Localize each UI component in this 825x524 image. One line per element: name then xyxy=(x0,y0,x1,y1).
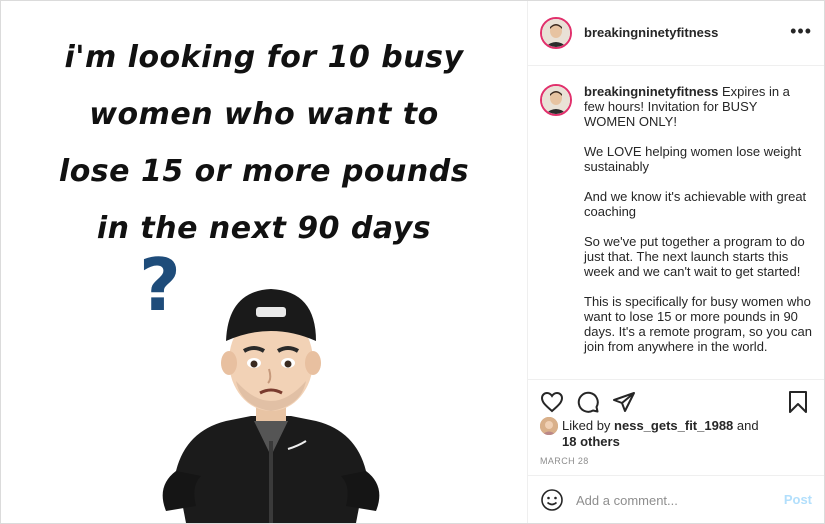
avatar[interactable] xyxy=(540,17,572,49)
likes-line: Liked by ness_gets_fit_1988 and xyxy=(562,418,759,434)
headline-line: IN THE NEXT 90 DAYS xyxy=(96,211,432,246)
comment-bar: Post xyxy=(528,475,824,524)
more-options-icon[interactable]: ••• xyxy=(790,21,812,42)
emoji-icon[interactable] xyxy=(540,488,564,512)
avatar-face-icon xyxy=(540,417,558,435)
heart-icon[interactable] xyxy=(540,390,564,414)
caption-paragraph: And we know it's achievable with great c… xyxy=(584,189,807,219)
avatar-face-icon xyxy=(542,19,570,47)
liker-username[interactable]: ness_gets_fit_1988 xyxy=(614,418,733,433)
bookmark-icon[interactable] xyxy=(786,390,810,414)
caption-paragraph: So we've put together a program to do ju… xyxy=(584,234,805,279)
post-image[interactable]: I'M LOOKING FOR 10 BUSY WOMEN WHO WANT T… xyxy=(1,1,527,523)
post-header: breakingninetyfitness ••• xyxy=(528,1,824,66)
headline-line: WOMEN WHO WANT TO xyxy=(89,97,439,132)
instagram-post: I'M LOOKING FOR 10 BUSY WOMEN WHO WANT T… xyxy=(0,0,825,524)
caption-paragraph: This is specifically for busy women who … xyxy=(584,294,812,354)
paper-plane-icon[interactable] xyxy=(612,390,636,414)
header-username[interactable]: breakingninetyfitness xyxy=(584,25,718,40)
caption-area: breakingninetyfitness Expires in a few h… xyxy=(528,66,824,378)
liker-avatar[interactable] xyxy=(540,417,558,435)
comment-icon[interactable] xyxy=(576,390,600,414)
caption-text: breakingninetyfitness Expires in a few h… xyxy=(584,84,812,369)
headline-line: I'M LOOKING FOR 10 BUSY xyxy=(64,40,464,75)
post-button[interactable]: Post xyxy=(784,492,812,507)
caption-username[interactable]: breakingninetyfitness xyxy=(584,84,718,99)
image-headline: I'M LOOKING FOR 10 BUSY WOMEN WHO WANT T… xyxy=(11,29,517,257)
headline-line: LOSE 15 OR MORE POUNDS xyxy=(58,154,470,189)
caption-avatar[interactable] xyxy=(540,84,572,116)
post-date[interactable]: MARCH 28 xyxy=(540,456,589,466)
caption-paragraph: We LOVE helping women lose weight sustai… xyxy=(584,144,802,174)
likes-others[interactable]: 18 others xyxy=(562,434,620,450)
likes-prefix: Liked by xyxy=(562,418,615,433)
post-sidebar: breakingninetyfitness ••• breakingninety… xyxy=(528,1,824,523)
likes-joiner: and xyxy=(733,418,759,433)
avatar-face-icon xyxy=(542,86,570,114)
comment-input[interactable] xyxy=(574,488,768,512)
bitmoji-man-illustration xyxy=(162,289,380,523)
